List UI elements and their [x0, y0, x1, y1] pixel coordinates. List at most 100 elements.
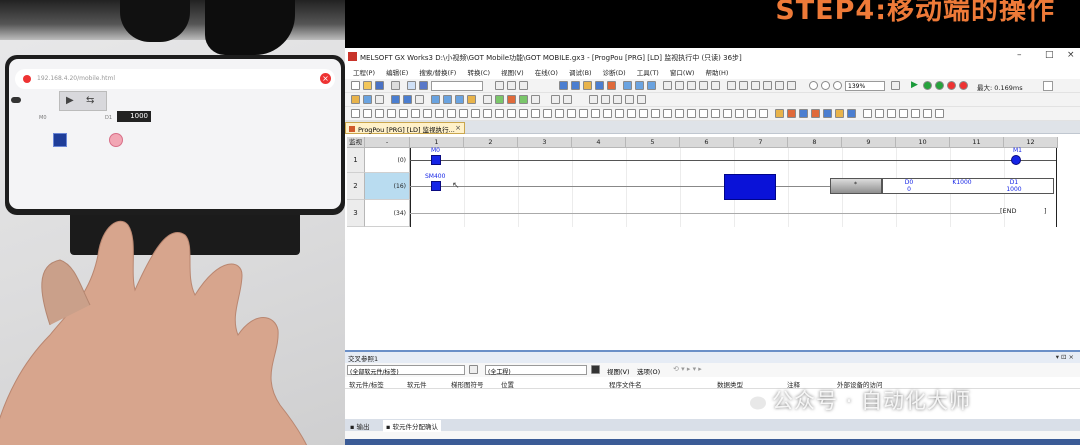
ladder-symbol-icon[interactable]	[579, 109, 588, 118]
new-file-icon[interactable]	[351, 81, 360, 90]
ladder-tool-icon[interactable]	[589, 95, 598, 104]
ladder-tool-icon[interactable]	[495, 95, 504, 104]
ladder-symbol-icon[interactable]	[531, 109, 540, 118]
menu-search-replace[interactable]: 搜索/替换(F)	[419, 69, 456, 77]
phone-lamp-button[interactable]	[53, 133, 67, 147]
ladder-symbol-icon[interactable]	[543, 109, 552, 118]
scope-combo[interactable]: (全工程)	[485, 365, 587, 376]
ladder-symbol-icon[interactable]	[615, 109, 624, 118]
ladder-symbol-icon[interactable]	[923, 109, 932, 118]
ladder-symbol-icon[interactable]	[447, 109, 456, 118]
tool-icon[interactable]	[727, 81, 736, 90]
ladder-tool-icon[interactable]	[637, 95, 646, 104]
ladder-tool-icon[interactable]	[351, 95, 360, 104]
ladder-tool-icon[interactable]	[613, 95, 622, 104]
menu-tool[interactable]: 工具(T)	[637, 69, 659, 77]
zoom-out-icon[interactable]	[821, 81, 830, 90]
col-device-label[interactable]: 软元件/标签	[349, 379, 384, 389]
ladder-symbol-icon[interactable]	[567, 109, 576, 118]
check-icon[interactable]	[923, 81, 932, 90]
menu-convert[interactable]: 转换(C)	[467, 69, 490, 77]
ladder-tool-icon[interactable]	[507, 95, 516, 104]
zoom-fit-icon[interactable]	[833, 81, 842, 90]
tab-output[interactable]: ▪ 输出	[347, 420, 372, 432]
ladder-tool-icon[interactable]	[601, 95, 610, 104]
copy-icon[interactable]	[507, 81, 516, 90]
ladder-tool-icon[interactable]	[483, 95, 492, 104]
ladder-symbol-icon[interactable]	[835, 109, 844, 118]
tool-icon[interactable]	[699, 81, 708, 90]
ladder-symbol-icon[interactable]	[787, 109, 796, 118]
run-icon[interactable]: ▶	[911, 81, 920, 90]
toolbar-combo[interactable]	[431, 81, 483, 91]
ladder-symbol-icon[interactable]	[775, 109, 784, 118]
ladder-symbol-icon[interactable]	[627, 109, 636, 118]
scan-dropdown[interactable]	[1043, 81, 1053, 91]
buffer-icon[interactable]	[647, 81, 656, 90]
option-button[interactable]: 选项(O)	[637, 366, 660, 376]
ladder-symbol-icon[interactable]	[711, 109, 720, 118]
ladder-editor[interactable]: 监视读取 - 1 2 3 4 5 6 7 8 9 10 11 12 1 2 3 …	[347, 137, 1058, 227]
menu-edit[interactable]: 编辑(E)	[386, 69, 408, 77]
selection-cursor[interactable]	[724, 174, 776, 200]
tool-icon[interactable]	[711, 81, 720, 90]
ladder-symbol-icon[interactable]	[799, 109, 808, 118]
ladder-symbol-icon[interactable]	[759, 109, 768, 118]
paste-icon[interactable]	[519, 81, 528, 90]
ladder-tool-icon[interactable]	[467, 95, 476, 104]
ladder-symbol-icon[interactable]	[699, 109, 708, 118]
ladder-symbol-icon[interactable]	[603, 109, 612, 118]
ladder-symbol-icon[interactable]	[351, 109, 360, 118]
minimize-button[interactable]: –	[1017, 50, 1022, 60]
ladder-tool-icon[interactable]	[531, 95, 540, 104]
pane-controls[interactable]: ▾ ⊡ ×	[1056, 353, 1074, 361]
error-icon[interactable]	[947, 81, 956, 90]
ladder-symbol-icon[interactable]	[423, 109, 432, 118]
ladder-symbol-icon[interactable]	[639, 109, 648, 118]
contact-sm400[interactable]	[431, 181, 441, 191]
end-instruction[interactable]: [END	[1000, 207, 1017, 215]
ladder-tool-icon[interactable]	[415, 95, 424, 104]
tab-device-assignment[interactable]: ▪ 软元件分配确认	[383, 420, 441, 432]
tool-icon[interactable]	[763, 81, 772, 90]
ladder-symbol-icon[interactable]	[863, 109, 872, 118]
ladder-tool-icon[interactable]	[443, 95, 452, 104]
col-ladder-symbol[interactable]: 梯形图符号	[451, 379, 484, 389]
col-program-file[interactable]: 程序文件名	[609, 379, 642, 389]
ladder-symbol-icon[interactable]	[459, 109, 468, 118]
write-plc-icon[interactable]	[559, 81, 568, 90]
ladder-tool-icon[interactable]	[431, 95, 440, 104]
ladder-symbol-icon[interactable]	[875, 109, 884, 118]
ladder-tool-icon[interactable]	[391, 95, 400, 104]
col-position[interactable]: 位置	[501, 379, 514, 389]
ladder-symbol-icon[interactable]	[911, 109, 920, 118]
tool-icon[interactable]	[687, 81, 696, 90]
ladder-symbol-icon[interactable]	[387, 109, 396, 118]
ladder-tool-icon[interactable]	[563, 95, 572, 104]
ladder-tool-icon[interactable]	[363, 95, 372, 104]
tab-close-icon[interactable]: ×	[455, 124, 461, 132]
tool-icon[interactable]	[663, 81, 672, 90]
verify-icon[interactable]	[583, 81, 592, 90]
zoom-combo[interactable]: 139%	[845, 81, 885, 91]
close-button[interactable]: ×	[1067, 50, 1075, 60]
tool-icon[interactable]	[751, 81, 760, 90]
contact-m0[interactable]	[431, 155, 441, 165]
ladder-symbol-icon[interactable]	[935, 109, 944, 118]
view-icon[interactable]	[891, 81, 900, 90]
maximize-button[interactable]: □	[1045, 50, 1054, 60]
menu-diagnostics[interactable]: 诊断(D)	[603, 69, 626, 77]
ladder-tool-icon[interactable]	[403, 95, 412, 104]
ladder-step-number[interactable]: (16)	[365, 173, 410, 200]
ladder-tool-icon[interactable]	[519, 95, 528, 104]
ladder-symbol-icon[interactable]	[363, 109, 372, 118]
ladder-symbol-icon[interactable]	[435, 109, 444, 118]
menu-view[interactable]: 视图(V)	[501, 69, 524, 77]
ladder-tool-icon[interactable]	[551, 95, 560, 104]
check-all-icon[interactable]	[935, 81, 944, 90]
ladder-tool-icon[interactable]	[455, 95, 464, 104]
ladder-symbol-icon[interactable]	[687, 109, 696, 118]
ladder-symbol-icon[interactable]	[847, 109, 856, 118]
ladder-tool-icon[interactable]	[375, 95, 384, 104]
stop-monitor-icon[interactable]	[607, 81, 616, 90]
